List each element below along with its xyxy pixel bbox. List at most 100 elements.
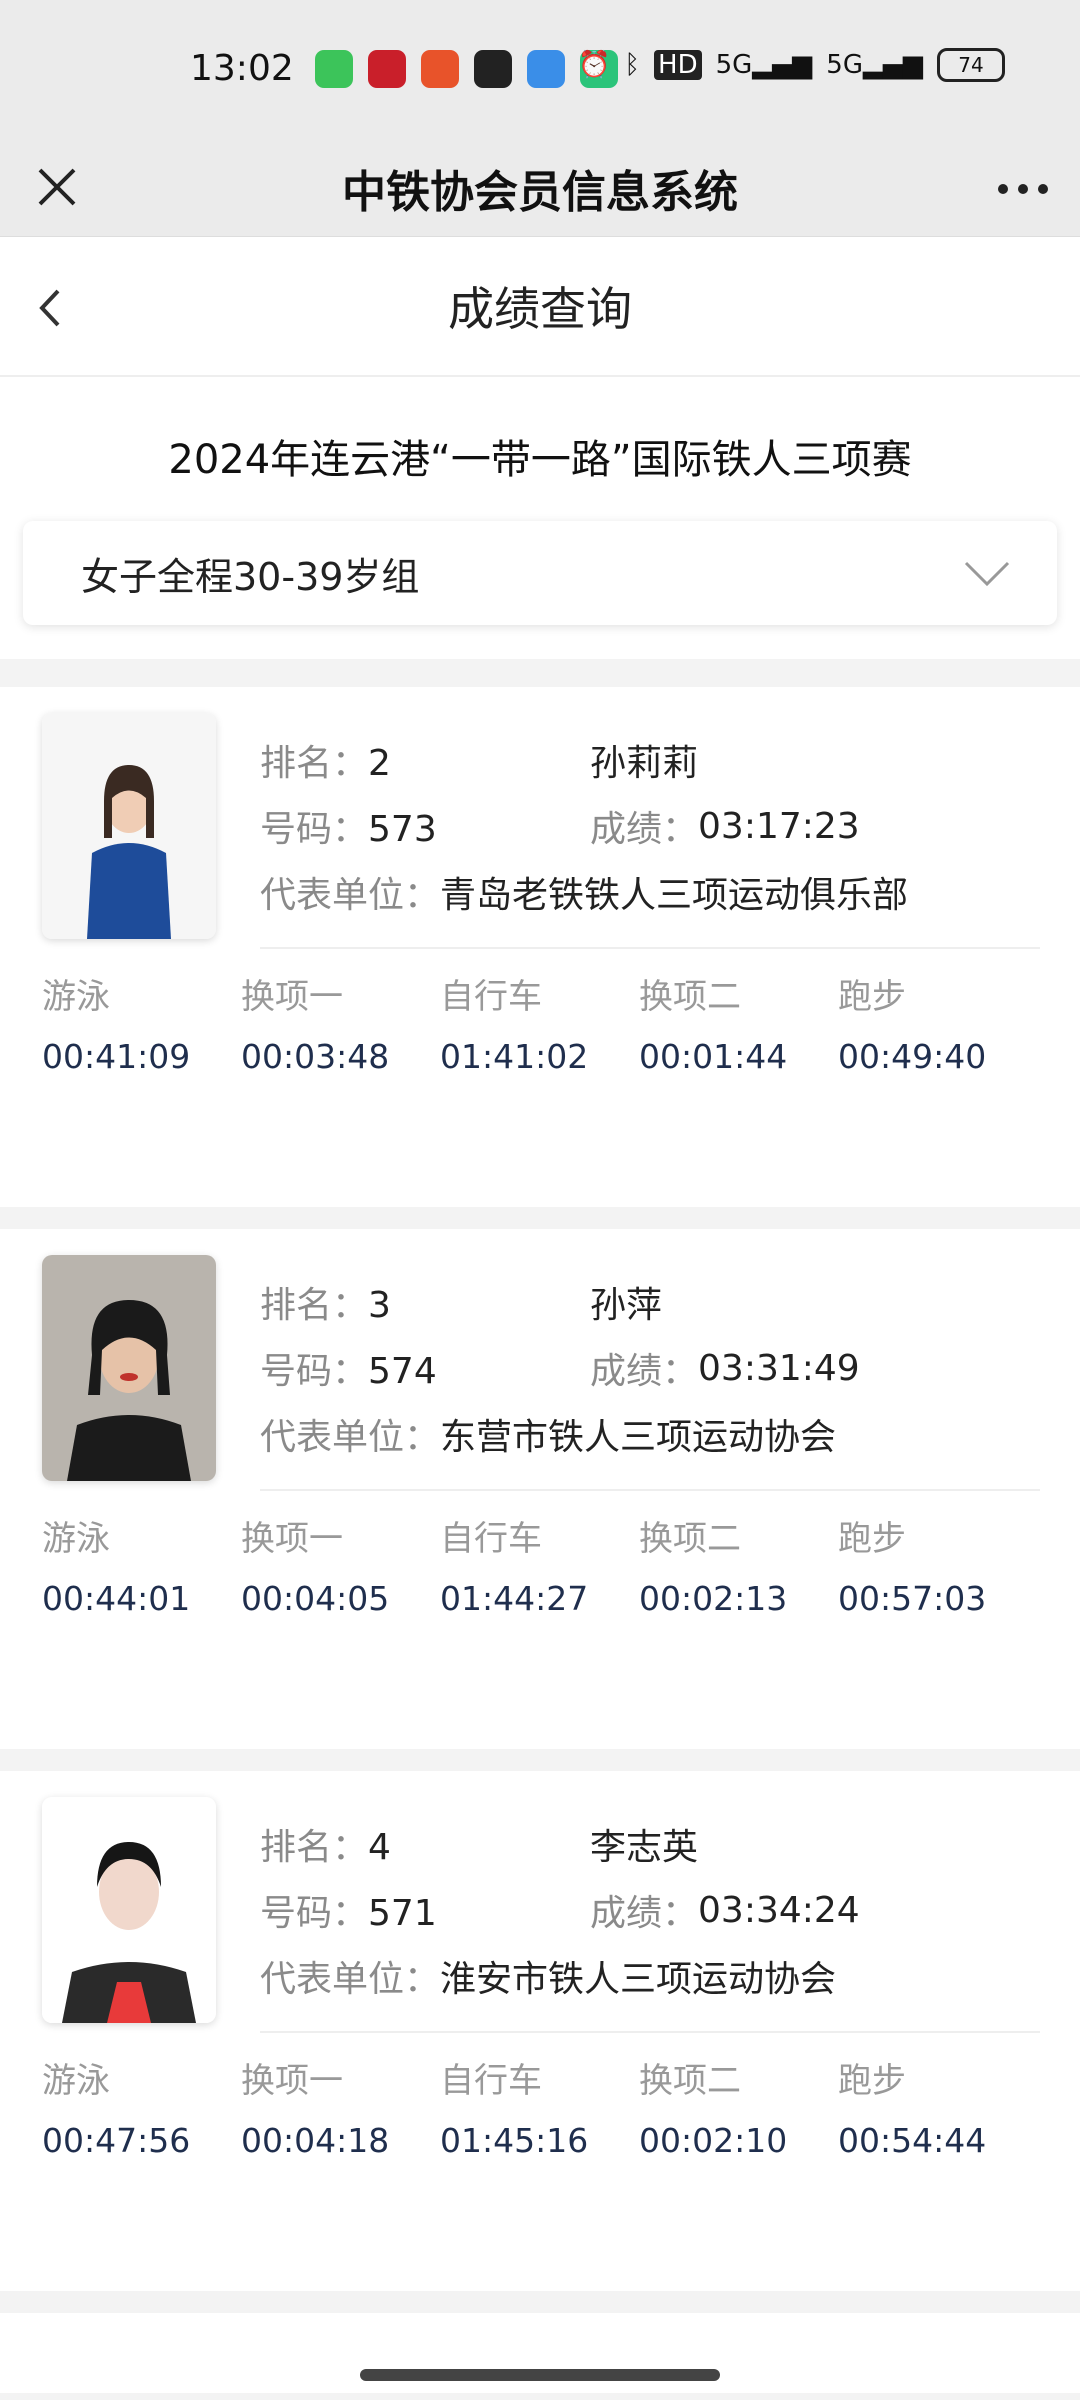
split-name: 换项一 xyxy=(241,1519,343,1559)
unit-label: 代表单位： xyxy=(260,1417,441,1458)
split-time: 00:02:13 xyxy=(639,1579,788,1618)
result-card[interactable]: 排名：4 李志英 号码：571 成绩： 03:34:24 代表单位： 淮安市铁人三项… xyxy=(0,1771,1080,2291)
split-time: 00:47:56 xyxy=(42,2121,191,2160)
athlete-photo xyxy=(42,1255,216,1481)
split-name: 游泳 xyxy=(42,1519,110,1559)
split-name: 换项二 xyxy=(639,977,741,1017)
status-bar: 13:02 ⏰ ᛒ HD 5G▂▄▆ 5G▂▄▆ 74 xyxy=(0,0,1080,140)
status-time: 13:02 xyxy=(190,48,294,89)
number-label: 号码： xyxy=(260,1351,369,1392)
number-value: 574 xyxy=(368,1351,437,1392)
group-dropdown[interactable]: 女子全程30-39岁组 xyxy=(23,521,1057,625)
split-name: 自行车 xyxy=(440,2061,542,2101)
athlete-photo xyxy=(42,713,216,939)
score-label: 成绩： xyxy=(590,1893,699,1934)
rank-value: 2 xyxy=(368,743,391,784)
split-time: 00:41:09 xyxy=(42,1037,191,1076)
athlete-info: 排名：2 孙莉莉 号码：573 成绩： 03:17:23 代表单位： 青岛老铁铁人三… xyxy=(260,727,1040,949)
unit-value: 东营市铁人三项运动协会 xyxy=(440,1417,837,1458)
split-name: 换项一 xyxy=(241,977,343,1017)
number-label: 号码： xyxy=(260,809,369,850)
back-icon[interactable] xyxy=(30,283,70,333)
number-value: 573 xyxy=(368,809,437,850)
rank-value: 3 xyxy=(368,1285,391,1326)
split-name: 游泳 xyxy=(42,977,110,1017)
unit-label: 代表单位： xyxy=(260,1959,441,2000)
result-card[interactable]: 排名：3 孙萍 号码：574 成绩： 03:31:49 代表单位： 东营市铁人三项运… xyxy=(0,1229,1080,1749)
event-block: 2024年连云港“一带一路”国际铁人三项赛 女子全程30-39岁组 xyxy=(0,377,1080,659)
score-value: 03:34:24 xyxy=(698,1889,860,1931)
divider xyxy=(260,947,1040,949)
split-time: 01:45:16 xyxy=(440,2121,589,2160)
split-time: 00:49:40 xyxy=(838,1037,987,1076)
split-time: 00:44:01 xyxy=(42,1579,191,1618)
battery-icon: 74 xyxy=(937,48,1005,82)
more-icon[interactable] xyxy=(998,184,1048,194)
score-label: 成绩： xyxy=(590,1351,699,1392)
page-title: 成绩查询 xyxy=(448,282,632,336)
status-app-icons xyxy=(315,50,618,88)
split-times: 游泳 00:44:01 换项一 00:04:05 自行车 01:44:27 换项二 00… xyxy=(42,1501,1060,1618)
unit-label: 代表单位： xyxy=(260,875,441,916)
close-icon[interactable] xyxy=(32,162,82,212)
athlete-name: 孙萍 xyxy=(590,1285,663,1326)
event-title: 2024年连云港“一带一路”国际铁人三项赛 xyxy=(168,437,912,483)
score-value: 03:17:23 xyxy=(698,805,860,847)
unit-value: 淮安市铁人三项运动协会 xyxy=(440,1959,837,2000)
split-time: 00:57:03 xyxy=(838,1579,987,1618)
hd-icon: HD xyxy=(654,50,702,80)
alarm-icon: ⏰ xyxy=(578,50,611,80)
group-dropdown-value: 女子全程30-39岁组 xyxy=(81,554,420,599)
app-icon xyxy=(315,50,353,88)
unit-value: 青岛老铁铁人三项运动俱乐部 xyxy=(440,875,909,916)
split-name: 换项二 xyxy=(639,1519,741,1559)
score-value: 03:31:49 xyxy=(698,1347,860,1389)
app-icon xyxy=(527,50,565,88)
athlete-info: 排名：3 孙萍 号码：574 成绩： 03:31:49 代表单位： 东营市铁人三项运… xyxy=(260,1269,1040,1491)
split-time: 01:41:02 xyxy=(440,1037,589,1076)
athlete-info: 排名：4 李志英 号码：571 成绩： 03:34:24 代表单位： 淮安市铁人三项… xyxy=(260,1811,1040,2033)
result-card-partial[interactable] xyxy=(0,2313,1080,2393)
split-time: 00:03:48 xyxy=(241,1037,390,1076)
app-icon xyxy=(421,50,459,88)
athlete-name: 孙莉莉 xyxy=(590,743,699,784)
split-time: 00:04:18 xyxy=(241,2121,390,2160)
split-name: 跑步 xyxy=(838,977,906,1017)
split-time: 00:54:44 xyxy=(838,2121,987,2160)
home-indicator[interactable] xyxy=(360,2369,720,2381)
split-time: 00:01:44 xyxy=(639,1037,788,1076)
athlete-name: 李志英 xyxy=(590,1827,699,1868)
number-label: 号码： xyxy=(260,1893,369,1934)
split-name: 自行车 xyxy=(440,1519,542,1559)
score-label: 成绩： xyxy=(590,809,699,850)
rank-label: 排名： xyxy=(260,1285,369,1326)
page-header: 成绩查询 xyxy=(0,237,1080,377)
split-time: 00:02:10 xyxy=(639,2121,788,2160)
number-value: 571 xyxy=(368,1893,437,1934)
athlete-photo xyxy=(42,1797,216,2023)
split-name: 自行车 xyxy=(440,977,542,1017)
split-name: 跑步 xyxy=(838,2061,906,2101)
split-name: 换项一 xyxy=(241,2061,343,2101)
split-times: 游泳 00:41:09 换项一 00:03:48 自行车 01:41:02 换项二 00… xyxy=(42,959,1060,1076)
divider xyxy=(260,1489,1040,1491)
app-title: 中铁协会员信息系统 xyxy=(342,167,738,218)
result-card[interactable]: 排名：2 孙莉莉 号码：573 成绩： 03:17:23 代表单位： 青岛老铁铁人三… xyxy=(0,687,1080,1207)
split-name: 换项二 xyxy=(639,2061,741,2101)
split-time: 01:44:27 xyxy=(440,1579,589,1618)
rank-label: 排名： xyxy=(260,1827,369,1868)
signal-icon: 5G▂▄▆ xyxy=(826,50,923,80)
split-time: 00:04:05 xyxy=(241,1579,390,1618)
rank-value: 4 xyxy=(368,1827,391,1868)
split-name: 游泳 xyxy=(42,2061,110,2101)
divider xyxy=(260,2031,1040,2033)
split-times: 游泳 00:47:56 换项一 00:04:18 自行车 01:45:16 换项二 00… xyxy=(42,2043,1060,2160)
rank-label: 排名： xyxy=(260,743,369,784)
split-name: 跑步 xyxy=(838,1519,906,1559)
mini-program-bar: 中铁协会员信息系统 xyxy=(0,140,1080,237)
status-indicators: ⏰ ᛒ HD 5G▂▄▆ 5G▂▄▆ 74 xyxy=(578,48,1005,82)
app-icon xyxy=(474,50,512,88)
bluetooth-icon: ᛒ xyxy=(624,50,641,80)
chevron-down-icon xyxy=(964,561,1010,587)
signal-icon: 5G▂▄▆ xyxy=(715,50,813,80)
